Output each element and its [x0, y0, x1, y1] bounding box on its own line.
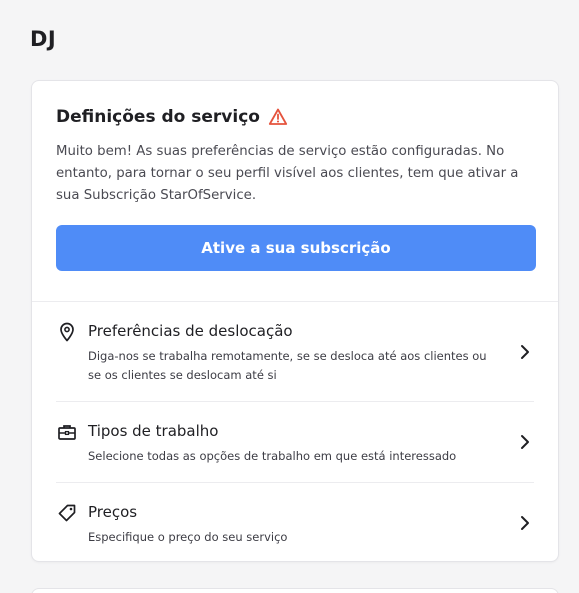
- setting-item-subtitle: Selecione todas as opções de trabalho em…: [88, 449, 457, 463]
- chevron-right-icon: [518, 343, 532, 361]
- price-tag-icon: [56, 502, 78, 524]
- setting-item-title: Tipos de trabalho: [88, 422, 219, 440]
- setting-item-title: Preferências de deslocação: [88, 322, 293, 340]
- settings-list: Preferências de deslocação Diga-nos se t…: [56, 302, 534, 563]
- setting-item-travel-preferences[interactable]: Preferências de deslocação Diga-nos se t…: [56, 302, 534, 402]
- briefcase-icon: [56, 421, 78, 443]
- card-title-row: Definições do serviço: [56, 107, 534, 127]
- setting-item-prices[interactable]: Preços Especifique o preço do seu serviç…: [56, 483, 534, 563]
- warning-triangle-icon: [268, 107, 288, 127]
- page-title: DJ: [30, 27, 57, 51]
- setting-item-title: Preços: [88, 503, 138, 521]
- setting-item-text: Preferências de deslocação Diga-nos se t…: [88, 321, 534, 385]
- chevron-right-icon: [518, 433, 532, 451]
- card-header: Definições do serviço Muito bem! As suas…: [32, 81, 558, 271]
- setting-item-subtitle: Especifique o preço do seu serviço: [88, 530, 288, 544]
- activate-subscription-button[interactable]: Ative a sua subscrição: [56, 225, 536, 271]
- service-status-description: Muito bem! As suas preferências de servi…: [56, 144, 519, 203]
- setting-item-job-types[interactable]: Tipos de trabalho Selecione todas as opç…: [56, 402, 534, 483]
- setting-item-subtitle: Diga-nos se trabalha remotamente, se se …: [88, 349, 487, 382]
- chevron-right-icon: [518, 514, 532, 532]
- setting-item-text: Tipos de trabalho Selecione todas as opç…: [88, 421, 534, 466]
- card-title: Definições do serviço: [56, 107, 260, 127]
- service-settings-card: Definições do serviço Muito bem! As suas…: [31, 80, 559, 562]
- location-pin-icon: [56, 321, 78, 343]
- next-card: [31, 588, 559, 593]
- setting-item-text: Preços Especifique o preço do seu serviç…: [88, 502, 534, 547]
